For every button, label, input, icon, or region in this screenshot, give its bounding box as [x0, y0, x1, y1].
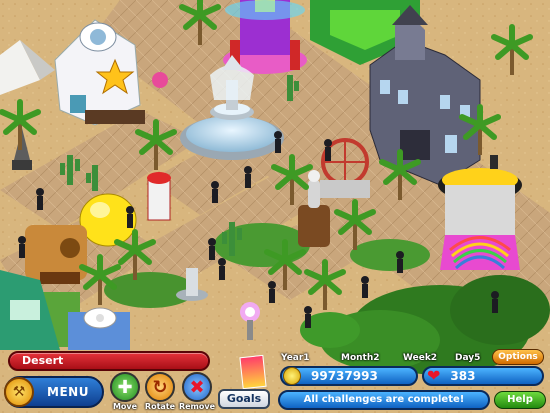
- date-week: Week2: [403, 353, 438, 363]
- options-button[interactable]: Options: [492, 349, 544, 365]
- heart-icon: ❤: [427, 366, 441, 385]
- goals-button[interactable]: Goals: [218, 389, 270, 409]
- money-value: 99737993: [311, 369, 378, 383]
- date-day: Day5: [455, 353, 481, 363]
- remove-button[interactable]: ✖ Remove: [178, 372, 216, 413]
- rotate-icon: ↻: [145, 372, 175, 402]
- challenge-status: All challenges are complete!: [278, 390, 490, 410]
- move-label: Move: [112, 402, 138, 411]
- wrench-icon: ⚒: [4, 377, 34, 407]
- hearts-display: ❤ 383: [422, 366, 544, 386]
- remove-x-icon: ✖: [182, 372, 212, 402]
- rotate-label: Rotate: [144, 402, 176, 411]
- date-month: Month2: [341, 353, 380, 363]
- money-display: 99737993: [280, 366, 418, 386]
- zone-name-bar: Desert: [8, 351, 210, 371]
- rotate-button[interactable]: ↻ Rotate: [141, 372, 179, 413]
- date-year: Year1: [281, 353, 310, 363]
- restroom-building[interactable]: [68, 307, 130, 350]
- coffee-shop[interactable]: [25, 225, 87, 284]
- remove-label: Remove: [178, 402, 216, 411]
- menu-label: MENU: [47, 385, 89, 399]
- zone-name: Desert: [22, 354, 64, 367]
- coin-icon: [283, 367, 301, 385]
- move-button[interactable]: ✚ Move: [106, 372, 144, 413]
- magazine-icon[interactable]: [239, 354, 267, 390]
- move-arrows-icon: ✚: [110, 372, 140, 402]
- kiosk[interactable]: [147, 172, 171, 221]
- help-button[interactable]: Help: [494, 391, 546, 409]
- menu-button[interactable]: ⚒ MENU: [4, 376, 104, 408]
- hearts-value: 383: [450, 369, 476, 383]
